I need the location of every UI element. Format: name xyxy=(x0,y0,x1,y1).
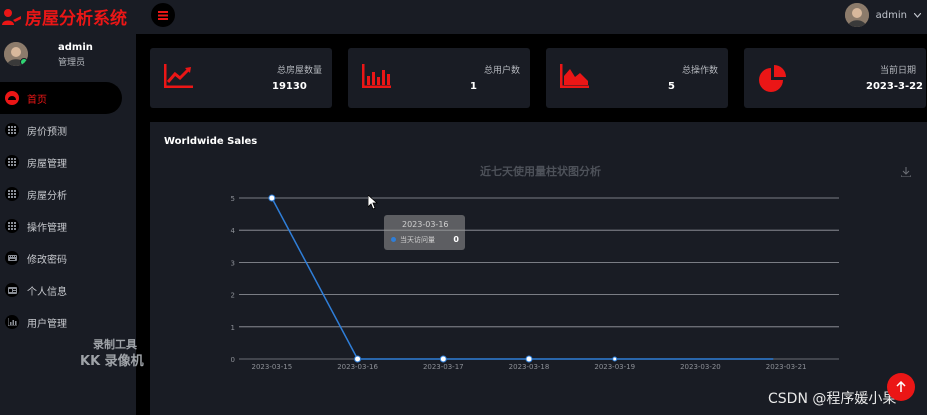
sidebar-item-label: 用户管理 xyxy=(27,318,67,330)
download-icon[interactable] xyxy=(901,167,911,177)
app-title: 房屋分析系统 xyxy=(25,9,127,29)
keyboard-icon xyxy=(5,251,19,265)
tooltip-value: 0 xyxy=(453,235,459,244)
app-logo[interactable]: 房屋分析系统 xyxy=(2,4,127,29)
online-status-dot xyxy=(20,58,28,66)
area-chart-icon xyxy=(560,64,589,88)
sidebar-item-personal-info[interactable]: 个人信息 xyxy=(0,274,122,306)
stat-label: 总用户数 xyxy=(483,66,520,76)
sidebar-item-house-analysis[interactable]: 房屋分析 xyxy=(0,178,122,210)
profile-name: admin xyxy=(58,42,93,53)
y-tick-label: 3 xyxy=(231,259,235,267)
sidebar-item-operation-management[interactable]: 操作管理 xyxy=(0,210,122,242)
sidebar-item-change-password[interactable]: 修改密码 xyxy=(0,242,122,274)
x-tick-label: 2023-03-18 xyxy=(509,363,550,371)
mouse-cursor-icon xyxy=(368,195,378,210)
sidebar-item-house-management[interactable]: 房屋管理 xyxy=(0,146,122,178)
bar-chart-icon xyxy=(5,315,19,329)
stat-card-total-operations: 总操作数 5 xyxy=(546,48,728,108)
stat-value: 2023-3-22 xyxy=(866,81,924,92)
data-point[interactable] xyxy=(525,355,533,363)
sidebar-item-price-prediction[interactable]: 房价预测 xyxy=(0,114,122,146)
x-tick-label: 2023-03-20 xyxy=(680,363,721,371)
profile-role: 管理员 xyxy=(58,58,86,68)
profile: admin 管理员 xyxy=(4,42,93,68)
user-menu[interactable]: admin xyxy=(844,3,921,27)
x-tick-label: 2023-03-16 xyxy=(337,363,378,371)
series-line xyxy=(271,197,774,360)
tooltip-marker xyxy=(391,237,396,242)
bar-chart-icon xyxy=(362,64,391,88)
stat-value: 1 xyxy=(470,81,477,92)
arrow-up-icon xyxy=(896,381,906,392)
username: admin xyxy=(875,9,907,21)
data-point[interactable] xyxy=(354,355,362,363)
data-point[interactable] xyxy=(612,356,618,362)
chart-tooltip: 2023-03-16 当天访问量 0 xyxy=(384,215,465,250)
y-tick-label: 1 xyxy=(231,324,235,332)
chart-title: 近七天使用量柱状图分析 xyxy=(480,165,601,178)
grid-icon xyxy=(5,187,19,201)
grid-icon xyxy=(5,219,19,233)
stat-label: 总操作数 xyxy=(681,66,718,76)
y-tick-label: 5 xyxy=(231,195,235,203)
sidebar-item-label: 房屋管理 xyxy=(27,158,67,170)
tooltip-label: 当天访问量 xyxy=(400,236,435,244)
sidebar-item-home[interactable]: 首页 xyxy=(0,82,122,114)
stat-card-total-houses: 总房屋数量 19130 xyxy=(150,48,332,108)
chevron-down-icon xyxy=(914,12,921,18)
sidebar-item-label: 房屋分析 xyxy=(27,190,67,202)
id-card-icon xyxy=(5,283,19,297)
stat-value: 19130 xyxy=(272,81,307,92)
dashboard-icon xyxy=(5,91,19,105)
trend-chart-icon xyxy=(164,64,193,88)
x-tick-label: 2023-03-19 xyxy=(594,363,635,371)
sidebar-item-label: 修改密码 xyxy=(27,254,67,266)
top-bar: 房屋分析系统 admin xyxy=(0,0,927,34)
stat-label: 当前日期 xyxy=(879,66,916,76)
grid-icon xyxy=(5,123,19,137)
sidebar-item-user-management[interactable]: 用户管理 xyxy=(0,306,122,338)
sidebar-item-label: 房价预测 xyxy=(27,126,67,138)
sidebar-item-label: 个人信息 xyxy=(27,286,67,298)
x-tick-label: 2023-03-21 xyxy=(766,363,807,371)
stat-value: 5 xyxy=(668,81,675,92)
stat-card-current-date: 当前日期 2023-3-22 xyxy=(744,48,926,108)
data-point[interactable] xyxy=(439,355,447,363)
watermark-line2: KK 录像机 xyxy=(80,354,144,369)
avatar xyxy=(844,3,869,27)
x-tick-label: 2023-03-15 xyxy=(252,363,293,371)
avatar xyxy=(4,42,28,66)
sales-chart-panel: Worldwide Sales 012345 2023-03-15 2023-03… xyxy=(150,122,927,415)
tooltip-date: 2023-03-16 xyxy=(402,220,449,229)
stat-label: 总房屋数量 xyxy=(276,66,322,76)
sidebar-item-label: 首页 xyxy=(27,94,47,106)
hamburger-icon xyxy=(158,10,168,20)
grid-icon xyxy=(5,155,19,169)
data-point[interactable] xyxy=(268,194,276,202)
x-tick-label: 2023-03-17 xyxy=(423,363,464,371)
back-to-top-button[interactable] xyxy=(887,373,915,401)
user-icon xyxy=(2,8,21,25)
y-tick-label: 2 xyxy=(231,292,235,300)
pie-chart-icon xyxy=(759,65,786,92)
y-tick-label: 0 xyxy=(231,356,235,364)
sidebar-item-label: 操作管理 xyxy=(27,222,67,234)
stat-card-total-users: 总用户数 1 xyxy=(348,48,530,108)
footer-credit: CSDN @程序媛小果 xyxy=(768,391,897,407)
menu-toggle-button[interactable] xyxy=(151,3,175,27)
y-tick-label: 4 xyxy=(231,227,236,235)
